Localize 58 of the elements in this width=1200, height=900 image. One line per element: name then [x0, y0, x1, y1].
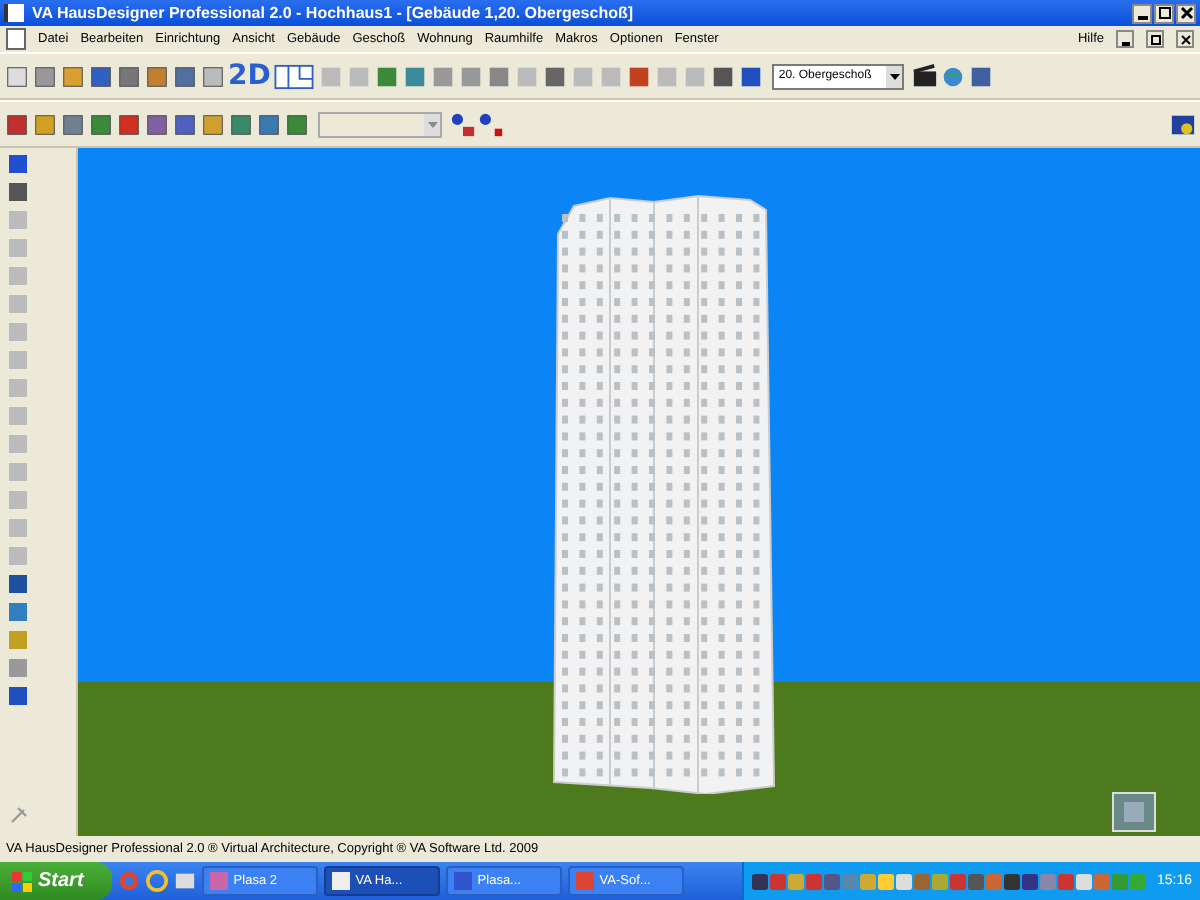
toolbar-icon[interactable]	[256, 111, 282, 137]
pin-icon[interactable]	[6, 804, 30, 828]
toolbar-icon[interactable]	[116, 111, 142, 137]
toolbar-icon[interactable]	[32, 111, 58, 137]
tool-icon[interactable]	[6, 180, 30, 204]
dropdown-field[interactable]	[318, 111, 442, 137]
app-icon	[331, 872, 350, 890]
toolbar-icon[interactable]	[172, 63, 198, 89]
toolbar-icon[interactable]	[88, 63, 114, 89]
clapperboard-icon[interactable]	[912, 63, 939, 89]
toolbar-icon[interactable]	[60, 111, 86, 137]
tool-icon[interactable]	[6, 572, 30, 596]
toolbar-icon[interactable]	[60, 63, 86, 89]
toolbar-icon[interactable]	[88, 111, 114, 137]
close-button[interactable]	[1176, 30, 1194, 48]
restore-button[interactable]	[1146, 30, 1164, 48]
toolbar-icon[interactable]	[402, 63, 429, 89]
toolbar-icon[interactable]	[374, 63, 401, 89]
view-2d-button[interactable]: 2D	[228, 60, 271, 92]
window-title: VA HausDesigner Professional 2.0 - Hochhaus1 - [Gebäude 1,20. Obergeschoß]	[32, 4, 634, 22]
tool-icon[interactable]	[6, 152, 30, 176]
close-button[interactable]	[1176, 3, 1196, 23]
toolbar-icon[interactable]	[144, 111, 170, 137]
3d-viewport[interactable]	[78, 148, 1200, 836]
tool-icon[interactable]	[6, 600, 30, 624]
toolbar-icon[interactable]	[172, 111, 198, 137]
toolbar-icon[interactable]	[738, 63, 765, 89]
toolbar-icon[interactable]	[478, 111, 504, 137]
toolbar-icon[interactable]	[144, 63, 170, 89]
floor-plan-icon[interactable]	[272, 63, 317, 89]
toolbar-icon[interactable]	[1170, 111, 1196, 137]
toolbar-icon[interactable]	[710, 63, 737, 89]
desktop-icon[interactable]	[173, 870, 196, 892]
browser-icon[interactable]	[145, 870, 168, 892]
toolbar-icon[interactable]	[116, 63, 142, 89]
app-icon	[453, 872, 472, 890]
minimize-button[interactable]	[1116, 30, 1134, 48]
tool-icon[interactable]	[6, 684, 30, 708]
toolbar-icon[interactable]	[542, 63, 569, 89]
toolbar-icon[interactable]	[4, 111, 30, 137]
toolbar-icon[interactable]	[626, 63, 653, 89]
toolbar-icon[interactable]	[200, 63, 226, 89]
view-thumbnail-icon[interactable]	[1112, 792, 1156, 832]
toolbar-icon[interactable]	[284, 111, 310, 137]
toolbar-icon[interactable]	[32, 63, 58, 89]
toolbar-icon[interactable]	[228, 111, 254, 137]
windows-logo-icon	[12, 871, 32, 891]
minimize-button[interactable]	[1132, 3, 1152, 23]
caret-icon	[889, 73, 900, 79]
toolbar-icon[interactable]	[968, 63, 995, 89]
caret-icon	[427, 121, 437, 127]
maximize-button[interactable]	[1154, 3, 1174, 23]
app-icon	[575, 872, 594, 890]
app-icon	[209, 872, 228, 890]
toolbar-icon[interactable]	[200, 111, 226, 137]
app-icon	[4, 4, 24, 22]
toolbar-icon[interactable]	[450, 111, 476, 137]
toolbar-icon[interactable]	[4, 63, 30, 89]
